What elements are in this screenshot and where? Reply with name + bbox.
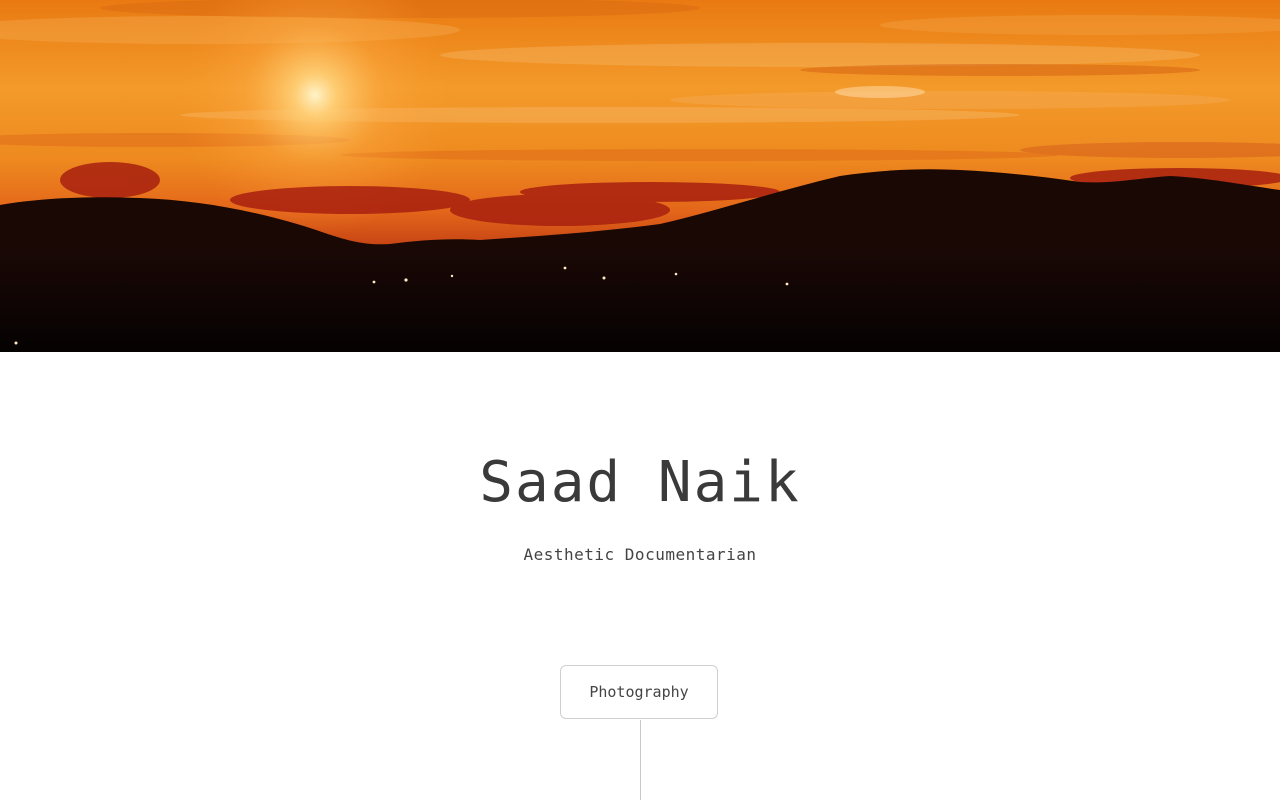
hero-banner-image <box>0 0 1280 352</box>
profile-name: Saad Naik <box>479 450 801 515</box>
connector-line <box>640 720 641 800</box>
profile-tagline: Aesthetic Documentarian <box>523 545 757 564</box>
sunset-landscape-photo <box>0 0 1280 352</box>
category-button-photography[interactable]: Photography <box>560 665 718 719</box>
